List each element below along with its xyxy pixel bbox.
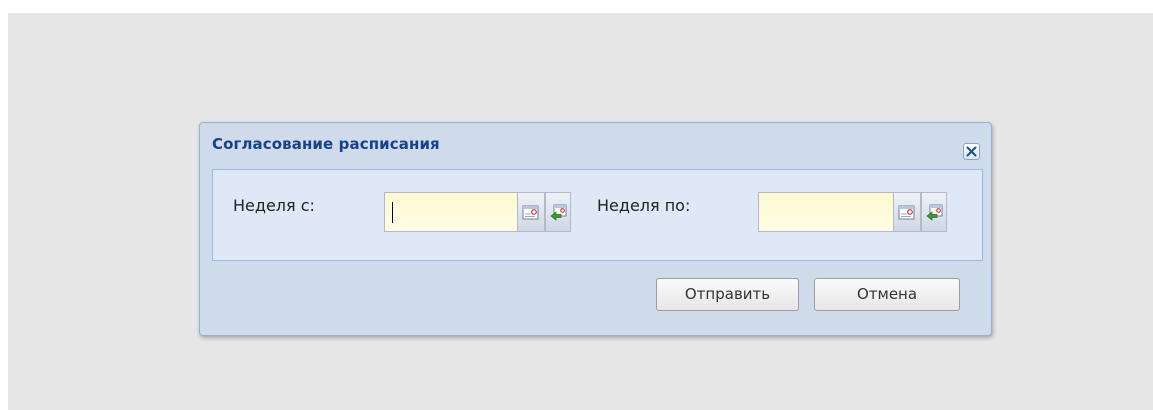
calendar-icon (898, 205, 915, 220)
week-from-apply-button[interactable] (545, 192, 571, 232)
calendar-apply-icon (926, 204, 943, 221)
dialog-header[interactable]: Согласование расписания (200, 123, 991, 167)
form-panel: Неделя с: Неделя по: (212, 169, 983, 261)
week-from-calendar-button[interactable] (518, 192, 545, 232)
screen-background: Согласование расписания Неделя с: Неделя… (8, 13, 1153, 410)
text-cursor (392, 202, 393, 223)
submit-button[interactable]: Отправить (656, 278, 799, 311)
week-from-input[interactable] (384, 192, 518, 232)
calendar-icon (522, 205, 539, 220)
calendar-apply-icon (550, 204, 567, 221)
week-to-label: Неделя по: (597, 196, 691, 215)
week-to-apply-button[interactable] (921, 192, 947, 232)
close-icon (966, 146, 977, 157)
week-from-label: Неделя с: (233, 196, 315, 215)
week-to-calendar-button[interactable] (894, 192, 921, 232)
week-to-input[interactable] (758, 192, 894, 232)
dialog-title: Согласование расписания (212, 135, 440, 153)
schedule-approval-dialog: Согласование расписания Неделя с: Неделя… (199, 122, 992, 336)
close-button[interactable] (963, 143, 980, 160)
cancel-button[interactable]: Отмена (814, 278, 960, 311)
